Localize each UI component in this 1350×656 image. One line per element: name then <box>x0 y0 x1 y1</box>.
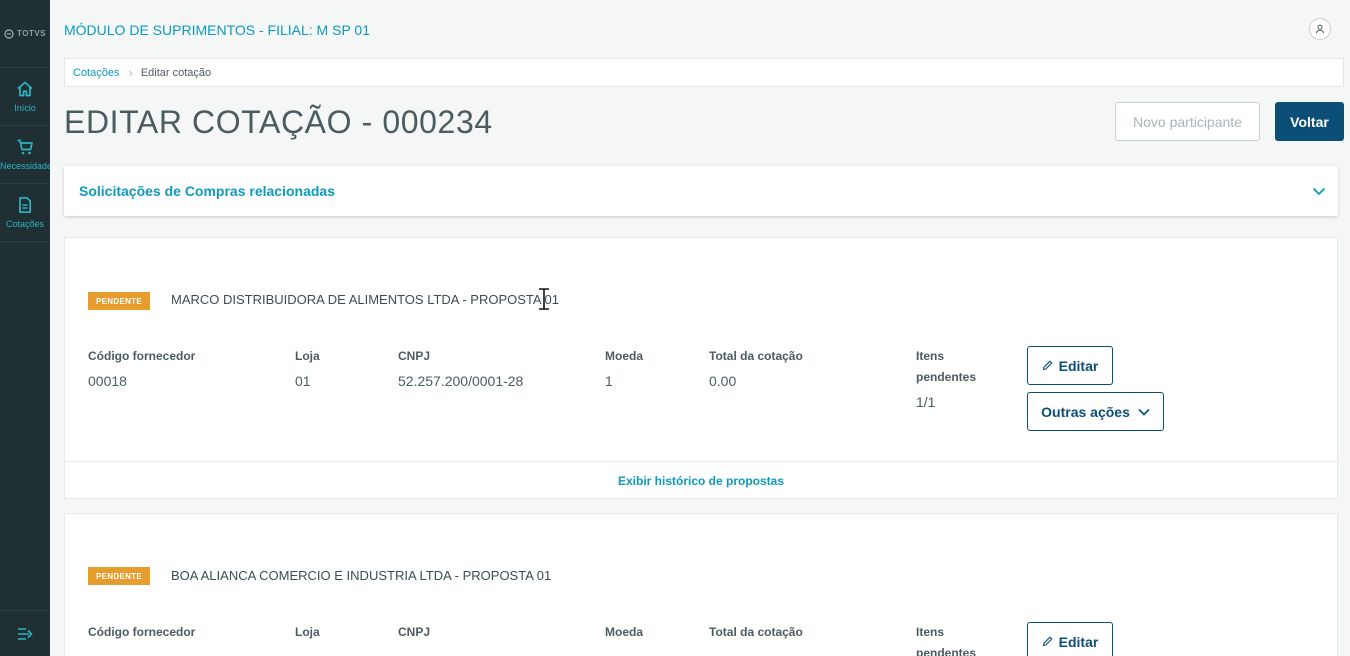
accordion-title: Solicitações de Compras relacionadas <box>79 183 335 199</box>
edit-button-label: Editar <box>1058 633 1099 650</box>
user-menu-button[interactable] <box>1309 18 1331 40</box>
field-label: CNPJ <box>398 349 431 363</box>
pencil-icon <box>1042 636 1053 647</box>
breadcrumb-separator-icon: › <box>128 65 133 80</box>
page-title: EDITAR COTAÇÃO - 000234 <box>64 104 493 140</box>
totvs-logo: TOTVS <box>0 0 50 68</box>
collapse-menu-icon <box>18 627 33 640</box>
sidebar-item-inicio[interactable]: Início <box>0 68 50 126</box>
field-value: 52.257.200/0001-28 <box>398 373 524 389</box>
field-label: Loja <box>295 625 320 639</box>
field-pending-items: Itens pendentes <box>916 622 996 656</box>
field-label: Itens pendentes <box>916 625 977 656</box>
edit-button[interactable]: Editar <box>1027 346 1113 385</box>
field-label: Itens pendentes <box>916 349 977 384</box>
field-currency: Moeda <box>605 622 643 643</box>
field-currency: Moeda 1 <box>605 346 643 389</box>
status-badge: PENDENTE <box>88 292 150 310</box>
related-requests-accordion[interactable]: Solicitações de Compras relacionadas <box>64 166 1338 216</box>
sidebar-item-label: Cotações <box>5 219 45 229</box>
field-total: Total da cotação 0.00 <box>709 346 803 389</box>
text-cursor-icon <box>539 288 549 310</box>
field-label: Total da cotação <box>709 349 803 363</box>
new-participant-button[interactable]: Novo participante <box>1115 102 1260 141</box>
status-badge: PENDENTE <box>88 567 150 585</box>
field-value: 1/1 <box>916 394 936 410</box>
edit-button[interactable]: Editar <box>1027 622 1113 656</box>
edit-button-label: Editar <box>1058 357 1099 374</box>
app-title: MÓDULO DE SUPRIMENTOS - FILIAL: M SP 01 <box>64 22 370 38</box>
collapse-menu-button[interactable] <box>0 610 50 656</box>
more-actions-button[interactable]: Outras ações <box>1027 392 1164 431</box>
sidebar-item-necessidade[interactable]: Necessidade <box>0 126 50 184</box>
more-actions-label: Outras ações <box>1041 403 1130 420</box>
pencil-icon <box>1042 360 1053 371</box>
field-value: 1 <box>605 373 613 389</box>
field-store: Loja 01 <box>295 346 320 389</box>
sidebar-item-label: Início <box>14 103 36 113</box>
field-supplier-code: Código fornecedor <box>88 622 195 643</box>
home-icon <box>17 81 33 97</box>
supplier-name: MARCO DISTRIBUIDORA DE ALIMENTOS LTDA - … <box>171 292 559 307</box>
field-store: Loja <box>295 622 320 643</box>
proposal-card: PENDENTE MARCO DISTRIBUIDORA DE ALIMENTO… <box>64 237 1338 499</box>
field-label: Código fornecedor <box>88 625 196 639</box>
field-label: Loja <box>295 349 320 363</box>
field-pending-items: Itens pendentes 1/1 <box>916 346 996 410</box>
show-proposal-history-link[interactable]: Exibir histórico de propostas <box>65 461 1337 499</box>
sidebar-item-label: Necessidade <box>0 161 50 171</box>
field-cnpj: CNPJ 52.257.200/0001-28 <box>398 346 523 389</box>
field-value: 00018 <box>88 373 127 389</box>
field-value: 0.00 <box>709 373 737 389</box>
chevron-down-icon <box>1312 187 1326 196</box>
user-icon <box>1315 24 1325 34</box>
breadcrumb-item-current: Editar cotação <box>140 66 212 79</box>
sidebar-item-cotacoes[interactable]: Cotações <box>0 184 50 242</box>
proposal-card: PENDENTE BOA ALIANCA COMERCIO E INDUSTRI… <box>64 513 1338 656</box>
logo-text: TOTVS <box>16 29 47 38</box>
field-value: 01 <box>295 373 311 389</box>
totvs-logo-icon <box>4 28 14 39</box>
field-label: Total da cotação <box>709 625 803 639</box>
field-label: Moeda <box>605 349 644 363</box>
supplier-name: BOA ALIANCA COMERCIO E INDUSTRIA LTDA - … <box>171 568 552 583</box>
field-total: Total da cotação <box>709 622 803 643</box>
back-button[interactable]: Voltar <box>1275 102 1344 141</box>
field-label: Moeda <box>605 625 644 639</box>
document-icon <box>19 196 32 214</box>
breadcrumb: Cotações › Editar cotação <box>64 58 1344 87</box>
chevron-down-icon <box>1138 408 1150 416</box>
sidebar: TOTVS Início Necessidade Cotações <box>0 0 50 656</box>
breadcrumb-item-cotacoes[interactable]: Cotações <box>73 67 119 79</box>
field-cnpj: CNPJ <box>398 622 430 643</box>
field-label: CNPJ <box>398 625 431 639</box>
field-supplier-code: Código fornecedor 00018 <box>88 346 195 389</box>
field-label: Código fornecedor <box>88 349 196 363</box>
app-header: MÓDULO DE SUPRIMENTOS - FILIAL: M SP 01 <box>50 0 1350 58</box>
cart-icon <box>17 139 33 155</box>
